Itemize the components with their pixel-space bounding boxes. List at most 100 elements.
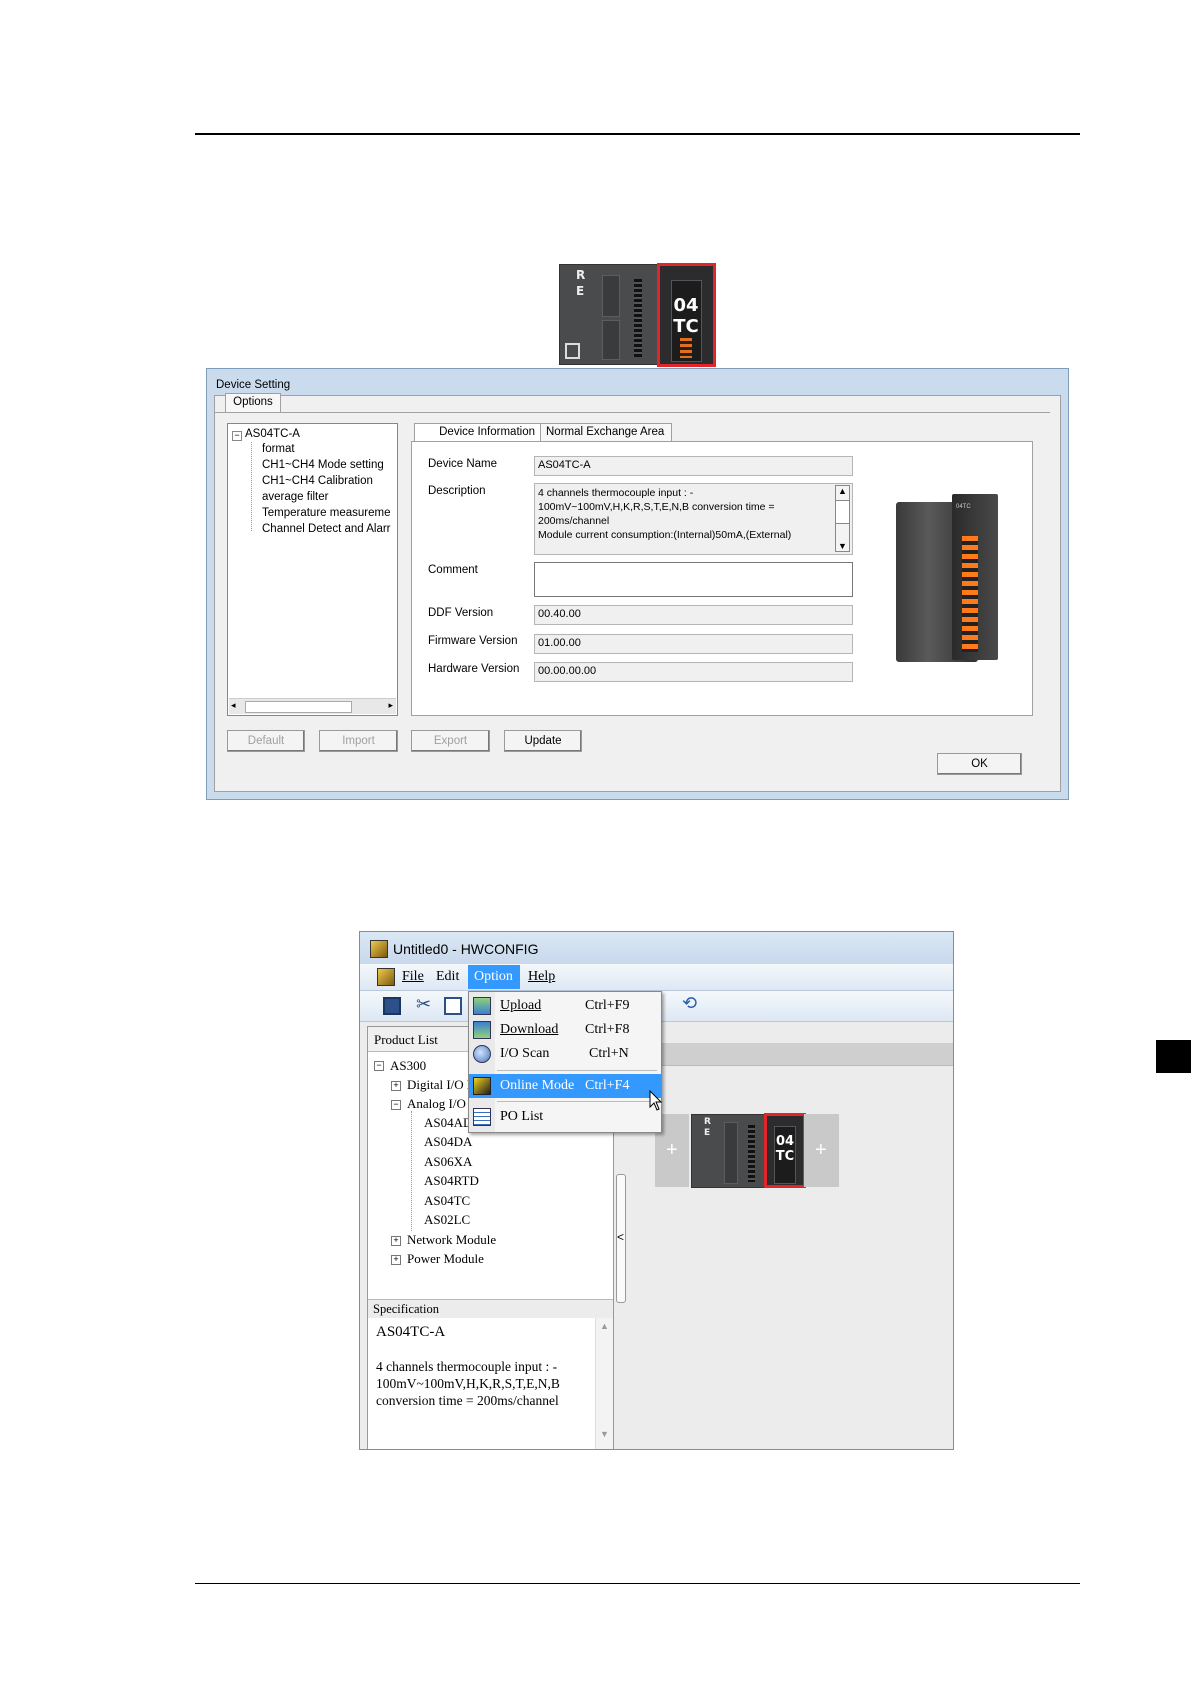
label-comment: Comment bbox=[428, 564, 478, 576]
rack-canvas: + R E 04 TC + bbox=[626, 1043, 953, 1449]
refresh-icon[interactable]: ⟲ bbox=[682, 993, 697, 1014]
rack-cpu-led-e: E bbox=[704, 1128, 711, 1138]
tree-root-expander[interactable]: − bbox=[374, 1061, 384, 1071]
spec-scrollbar[interactable]: ▲ ▼ bbox=[595, 1318, 613, 1449]
update-button[interactable]: Update bbox=[504, 730, 582, 752]
menu-file[interactable]: File bbox=[402, 969, 424, 985]
add-slot-left[interactable]: + bbox=[666, 1139, 678, 1162]
menu-item-download[interactable]: Download Ctrl+F8 bbox=[469, 1018, 661, 1042]
description-line: 4 channels thermocouple input : - bbox=[538, 487, 694, 499]
settings-tree[interactable]: − AS04TC-A format CH1~CH4 Mode setting C… bbox=[227, 423, 398, 716]
specification-header: Specification bbox=[368, 1299, 613, 1318]
menu-item-label: Online Mode bbox=[500, 1078, 575, 1093]
tree-item-as04rtd[interactable]: AS04RTD bbox=[424, 1173, 479, 1189]
tree-hscrollbar[interactable]: ◂ ▸ bbox=[229, 698, 396, 714]
tree-item-as04da[interactable]: AS04DA bbox=[424, 1134, 472, 1150]
tree-network-module[interactable]: Network Module bbox=[407, 1232, 496, 1248]
scroll-up-icon[interactable]: ▲ bbox=[838, 486, 847, 496]
header-rule bbox=[195, 133, 1080, 135]
cpu-slot-lower bbox=[602, 320, 620, 360]
options-tab-line bbox=[215, 412, 1050, 413]
pane-splitter[interactable]: < bbox=[616, 1174, 626, 1303]
menu-item-shortcut: Ctrl+F8 bbox=[585, 1022, 630, 1037]
tree-power-expander[interactable]: + bbox=[391, 1255, 401, 1265]
ok-button[interactable]: OK bbox=[937, 753, 1022, 775]
menu-separator bbox=[497, 1101, 657, 1102]
description-scrollbar[interactable]: ▲ ▼ bbox=[835, 485, 850, 552]
collapse-arrow-icon[interactable]: < bbox=[617, 1230, 624, 1244]
menu-help[interactable]: Help bbox=[528, 969, 555, 985]
add-slot-right[interactable]: + bbox=[815, 1139, 827, 1162]
io-scan-icon bbox=[473, 1045, 491, 1063]
spec-line: 4 channels thermocouple input : - bbox=[376, 1359, 558, 1374]
menu-edit[interactable]: Edit bbox=[436, 969, 459, 985]
dialog-title: Device Setting bbox=[216, 379, 291, 391]
tree-item-channel-detect[interactable]: Channel Detect and Alarr bbox=[262, 523, 396, 535]
tab-device-information[interactable]: Device Information bbox=[414, 423, 541, 442]
tree-connector bbox=[251, 442, 253, 531]
cpu-connector bbox=[634, 279, 642, 357]
menu-item-label: Download bbox=[500, 1022, 559, 1037]
cut-icon[interactable]: ✂ bbox=[416, 994, 431, 1015]
label-firmware-version: Firmware Version bbox=[428, 635, 518, 647]
tree-item-filter[interactable]: average filter bbox=[262, 491, 328, 503]
menu-option-label: Option bbox=[474, 969, 513, 984]
tree-item-mode[interactable]: CH1~CH4 Mode setting bbox=[262, 459, 384, 471]
tree-analog-io[interactable]: Analog I/O I bbox=[407, 1096, 473, 1112]
spec-scroll-up-icon[interactable]: ▲ bbox=[600, 1321, 609, 1331]
tree-item-format[interactable]: format bbox=[262, 443, 295, 455]
tree-expander[interactable]: − bbox=[232, 431, 242, 441]
tree-root[interactable]: AS04TC-A bbox=[245, 428, 300, 440]
menu-item-po-list[interactable]: PO List bbox=[469, 1105, 661, 1129]
title-bar: Untitled0 - HWCONFIG bbox=[360, 932, 953, 964]
spec-scroll-down-icon[interactable]: ▼ bbox=[600, 1429, 609, 1439]
export-button[interactable]: Export bbox=[411, 730, 490, 752]
cpu-module-image: R E bbox=[559, 264, 660, 365]
scroll-left-icon[interactable]: ◂ bbox=[231, 700, 236, 711]
tree-item-as04tc[interactable]: AS04TC bbox=[424, 1193, 470, 1209]
scroll-thumb[interactable] bbox=[245, 701, 352, 713]
tree-item-calibration[interactable]: CH1~CH4 Calibration bbox=[262, 475, 373, 487]
scroll-right-icon[interactable]: ▸ bbox=[388, 700, 393, 711]
tab-normal-exchange-area[interactable]: Normal Exchange Area bbox=[540, 423, 672, 442]
mouse-cursor-icon bbox=[649, 1090, 663, 1111]
tree-item-as06xa[interactable]: AS06XA bbox=[424, 1154, 472, 1170]
rack-cpu-led-r: R bbox=[704, 1117, 711, 1127]
tree-item-as04ad[interactable]: AS04AD bbox=[424, 1115, 472, 1131]
default-button[interactable]: Default bbox=[227, 730, 305, 752]
menu-option[interactable]: Option bbox=[468, 965, 520, 989]
import-button[interactable]: Import bbox=[319, 730, 398, 752]
menu-item-online-mode[interactable]: Online Mode Ctrl+F4 bbox=[469, 1074, 661, 1098]
menu-bar: File Edit Option Help bbox=[360, 964, 953, 991]
menu-item-io-scan[interactable]: I/O Scan Ctrl+N bbox=[469, 1042, 661, 1066]
tree-network-expander[interactable]: + bbox=[391, 1236, 401, 1246]
tab-options[interactable]: Options bbox=[225, 393, 281, 413]
label-device-name: Device Name bbox=[428, 458, 498, 470]
tree-power-module[interactable]: Power Module bbox=[407, 1251, 484, 1267]
label-description: Description bbox=[428, 485, 486, 497]
tree-item-as02lc[interactable]: AS02LC bbox=[424, 1212, 470, 1228]
tree-as300[interactable]: AS300 bbox=[390, 1058, 426, 1074]
menu-separator bbox=[497, 1070, 657, 1071]
tree-digital-expander[interactable]: + bbox=[391, 1081, 401, 1091]
window-title: Untitled0 - HWCONFIG bbox=[393, 941, 539, 957]
menu-item-label: PO List bbox=[500, 1109, 544, 1124]
cpu-led-r: R bbox=[576, 268, 586, 282]
rack-cpu-module[interactable]: R E bbox=[691, 1114, 767, 1188]
scroll-down-icon[interactable]: ▼ bbox=[838, 541, 847, 551]
comment-input[interactable] bbox=[534, 562, 853, 597]
tree-analog-expander[interactable]: − bbox=[391, 1100, 401, 1110]
copy-icon[interactable] bbox=[444, 997, 462, 1015]
rack-tc-module[interactable]: 04 TC bbox=[764, 1113, 806, 1188]
menu-item-upload[interactable]: Upload Ctrl+F9 bbox=[469, 994, 661, 1018]
rack-tc-number: 04 bbox=[775, 1134, 795, 1149]
chapter-tab-marker bbox=[1156, 1040, 1191, 1073]
firmware-version-field: 01.00.00 bbox=[534, 634, 853, 654]
spec-line: 100mV~100mV,H,K,R,S,T,E,N,B bbox=[376, 1376, 560, 1391]
rack-slot-right[interactable]: + bbox=[804, 1114, 839, 1187]
menu-item-label: Upload bbox=[500, 998, 542, 1013]
description-scroll-thumb[interactable] bbox=[836, 500, 849, 524]
label-hardware-version: Hardware Version bbox=[428, 663, 520, 675]
tree-item-temperature[interactable]: Temperature measureme bbox=[262, 507, 396, 519]
save-icon[interactable] bbox=[383, 997, 401, 1015]
